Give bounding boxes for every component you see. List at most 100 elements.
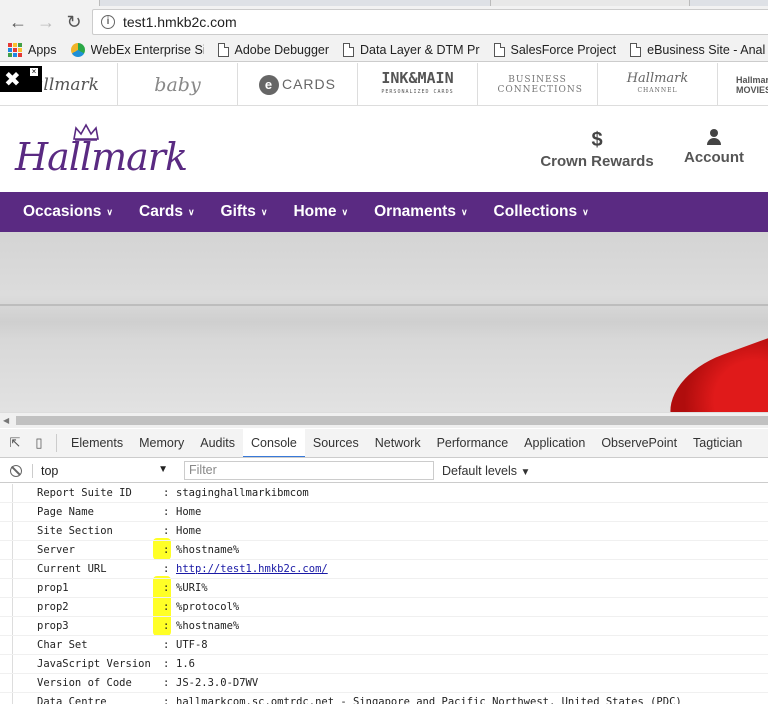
console-row[interactable]: Char Set: UTF-8 [0,636,768,655]
hero-red-object [656,330,768,412]
nav-label: Cards [139,203,183,220]
tab-application[interactable]: Application [516,429,593,457]
nav-item-gifts[interactable]: Gifts ∨ [221,203,268,221]
crown-rewards-link[interactable]: $ Crown Rewards [539,129,655,170]
close-icon[interactable]: × [30,68,38,76]
tab-memory[interactable]: Memory [131,429,192,457]
console-row[interactable]: Version of Code: JS-2.3.0-D7WV [0,674,768,693]
brand-link-baby[interactable]: baby [118,63,238,105]
account-link[interactable]: Account [682,129,746,166]
hero-image[interactable] [0,232,768,412]
console-key: prop2 [37,601,69,613]
console-row[interactable]: Report Suite ID: staginghallmarkibmcom [0,484,768,503]
address-bar[interactable]: i test1.hmkb2c.com [92,9,768,35]
console-separator: : [163,506,170,518]
console-key: Page Name [37,506,94,518]
brand-link-ink-and-main[interactable]: INK&MAIN PERSONALIZED CARDS [358,63,478,105]
hallmark-logo[interactable]: Hallmark [15,135,188,179]
console-url-link[interactable]: http://test1.hmkb2c.com/ [176,560,328,579]
chevron-down-icon: ∨ [187,206,195,217]
device-toolbar-icon[interactable]: ▯ [30,434,48,452]
console-row[interactable]: Data Centre: hallmarkcom.sc.omtrdc.net - … [0,693,768,704]
console-key: prop1 [37,582,69,594]
console-value: Home [176,506,202,518]
dropdown-triangle-icon: ▼ [158,463,168,475]
tab-console[interactable]: Console [243,429,305,457]
scrollbar-thumb[interactable] [16,416,768,425]
console-key: Version of Code [37,677,132,689]
nav-label: Gifts [220,203,256,220]
tab-performance[interactable]: Performance [429,429,517,457]
bookmark-data-layer[interactable]: Data Layer & DTM Pr [343,42,480,57]
tab-audits[interactable]: Audits [192,429,243,457]
bookmark-webex[interactable]: WebEx Enterprise Site [70,42,204,57]
reload-icon[interactable]: ↻ [60,8,88,36]
crown-rewards-label: Crown Rewards [540,153,654,170]
brand-link-ecards[interactable]: e CARDS [238,63,358,105]
brand-label: BUSINESS CONNECTIONS [497,74,583,95]
horizontal-scrollbar[interactable]: ◀ [0,412,768,428]
back-arrow-icon[interactable]: ← [4,8,32,36]
nav-item-ornaments[interactable]: Ornaments ∨ [374,203,467,221]
console-key: Current URL [37,563,107,575]
nav-label: Occasions [23,203,102,220]
console-separator: : [163,487,170,499]
console-key: Server [37,544,75,556]
tab-tagtician[interactable]: Tagtician [685,429,750,457]
bookmark-apps[interactable]: Apps [8,42,57,57]
log-levels-dropdown[interactable]: Default levels ▼ [442,464,530,478]
console-row[interactable]: prop3: %hostname% [0,617,768,636]
console-toolbar: top ▼ Filter Default levels ▼ [0,459,768,483]
bookmark-ebusiness[interactable]: eBusiness Site - Anal [630,42,765,57]
nav-item-home[interactable]: Home ∨ [293,203,348,221]
bookmark-salesforce[interactable]: SalesForce Project [493,42,616,57]
console-separator: : [163,601,170,613]
console-row[interactable]: prop1: %URI% [0,579,768,598]
ecard-icon: e [258,74,279,95]
console-row[interactable]: Current URL: http://test1.hmkb2c.com/ [0,560,768,579]
account-label: Account [684,149,744,166]
info-icon[interactable]: i [101,15,115,29]
console-output[interactable]: Report Suite ID: staginghallmarkibmcom Pa… [0,484,768,704]
brand-link-hallmark-channel[interactable]: Hallmark CHANNEL [598,63,718,105]
console-key: Data Centre [37,696,107,704]
tab-observepoint[interactable]: ObservePoint [593,429,685,457]
brand-link-hallmark-movies[interactable]: Hallmark MOVIES [718,63,768,105]
tools-overlay-icon[interactable]: ✖ × [0,66,42,92]
brand-sublabel: PERSONALIZED CARDS [381,88,454,95]
forward-arrow-icon[interactable]: → [32,8,60,36]
console-separator: : [163,563,170,575]
brand-strip: Hallmark baby e CARDS INK&MAIN PERSONALIZE… [0,63,768,106]
scroll-left-icon[interactable]: ◀ [3,416,9,425]
console-key: Site Section [37,525,113,537]
nav-item-collections[interactable]: Collections ∨ [494,203,589,221]
console-separator: : [163,525,170,537]
context-selector[interactable]: top ▼ [32,463,172,478]
inspect-element-icon[interactable]: ⇱ [6,434,24,452]
brand-link-business-connections[interactable]: BUSINESS CONNECTIONS [478,63,598,105]
bookmark-adobe-debugger[interactable]: Adobe Debugger [217,42,329,57]
console-row[interactable]: JavaScript Version:1.6 [0,655,768,674]
tab-network[interactable]: Network [367,429,429,457]
console-separator: : [163,696,170,704]
url-text[interactable]: test1.hmkb2c.com [123,14,237,30]
bookmarks-bar: Apps WebEx Enterprise Site Adobe Debugge… [0,38,768,62]
console-row[interactable]: prop2: %protocol% [0,598,768,617]
nav-item-cards[interactable]: Cards ∨ [139,203,195,221]
brand-label: INK&MAIN [381,68,454,87]
console-value: %protocol% [176,601,240,613]
console-row[interactable]: Site Section: Home [0,522,768,541]
console-value: 1.6 [176,658,195,670]
console-filter-input[interactable]: Filter [184,461,434,480]
console-value: %hostname% [176,544,240,556]
console-value: hallmarkcom.sc.omtrdc.net - Singapore an… [176,696,682,704]
tab-elements[interactable]: Elements [63,429,131,457]
clear-console-icon[interactable] [10,464,22,477]
user-icon [707,129,721,145]
console-row[interactable]: Page Name: Home [0,503,768,522]
nav-item-occasions[interactable]: Occasions ∨ [23,203,113,221]
console-key: Report Suite ID [37,487,132,499]
console-row[interactable]: Server: %hostname% [0,541,768,560]
tab-sources[interactable]: Sources [305,429,367,457]
console-value: JS-2.3.0-D7WV [176,677,259,689]
